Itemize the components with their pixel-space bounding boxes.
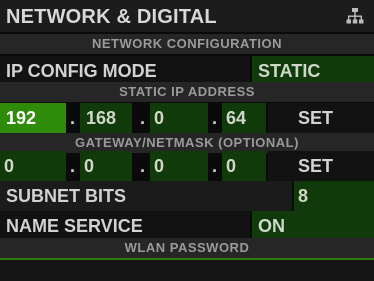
static-ip-octet-3[interactable]: 0	[150, 103, 208, 133]
octet-separator: .	[70, 108, 76, 128]
static-ip-octet-2[interactable]: 168	[80, 103, 132, 133]
gateway-octet-1[interactable]: 0	[0, 151, 66, 181]
title-bar: NETWORK & DIGITAL	[0, 0, 374, 32]
subnet-bits-value: 8	[298, 186, 309, 206]
set-button-label: SET	[298, 156, 334, 176]
section-static-ip-address: STATIC IP ADDRESS	[0, 82, 374, 102]
octet-value: 0	[226, 156, 237, 176]
octet-value: 0	[4, 156, 15, 176]
section-label: NETWORK CONFIGURATION	[91, 36, 283, 51]
subnet-label-cell: SUBNET BITS	[0, 181, 292, 211]
name-service-label: NAME SERVICE	[6, 216, 143, 236]
section-wlan-password: WLAN PASSWORD	[0, 238, 374, 258]
static-ip-set-button[interactable]: SET	[268, 103, 374, 133]
octet-separator: .	[140, 156, 146, 176]
wlan-password-field[interactable]	[0, 260, 374, 281]
octet-separator: .	[140, 108, 146, 128]
name-service-label-cell: NAME SERVICE	[0, 211, 250, 241]
name-service-value: ON	[258, 216, 285, 236]
subnet-bits-row: SUBNET BITS 8	[0, 181, 374, 211]
static-ip-octet-4[interactable]: 64	[222, 103, 266, 133]
name-service-row: NAME SERVICE ON	[0, 211, 374, 241]
section-label: STATIC IP ADDRESS	[119, 84, 255, 99]
octet-value: 192	[6, 108, 37, 128]
octet-separator: .	[212, 108, 218, 128]
octet-value: 0	[154, 156, 165, 176]
octet-separator: .	[70, 156, 76, 176]
gateway-octet-3[interactable]: 0	[150, 151, 208, 181]
section-label: WLAN PASSWORD	[124, 240, 250, 255]
gateway-octet-4[interactable]: 0	[222, 151, 266, 181]
octet-value: 0	[84, 156, 95, 176]
octet-value: 168	[86, 108, 117, 128]
octet-value: 0	[154, 108, 165, 128]
subnet-bits-label: SUBNET BITS	[6, 186, 127, 206]
octet-value: 64	[226, 108, 247, 128]
section-gateway-netmask: GATEWAY/NETMASK (OPTIONAL)	[0, 133, 374, 153]
page-title: NETWORK & DIGITAL	[6, 6, 217, 28]
name-service-toggle[interactable]: ON	[252, 211, 374, 241]
section-network-configuration: NETWORK CONFIGURATION	[0, 34, 374, 54]
network-icon[interactable]	[346, 7, 364, 25]
gateway-octet-2[interactable]: 0	[80, 151, 132, 181]
set-button-label: SET	[298, 108, 334, 128]
static-ip-octet-1[interactable]: 192	[0, 103, 66, 133]
subnet-bits-field[interactable]: 8	[294, 181, 374, 211]
section-label: GATEWAY/NETMASK (OPTIONAL)	[75, 135, 299, 150]
gateway-row: 0 . 0 . 0 . 0 SET	[0, 151, 374, 181]
static-ip-row: 192 . 168 . 0 . 64 SET	[0, 103, 374, 133]
gateway-set-button[interactable]: SET	[268, 151, 374, 181]
octet-separator: .	[212, 156, 218, 176]
